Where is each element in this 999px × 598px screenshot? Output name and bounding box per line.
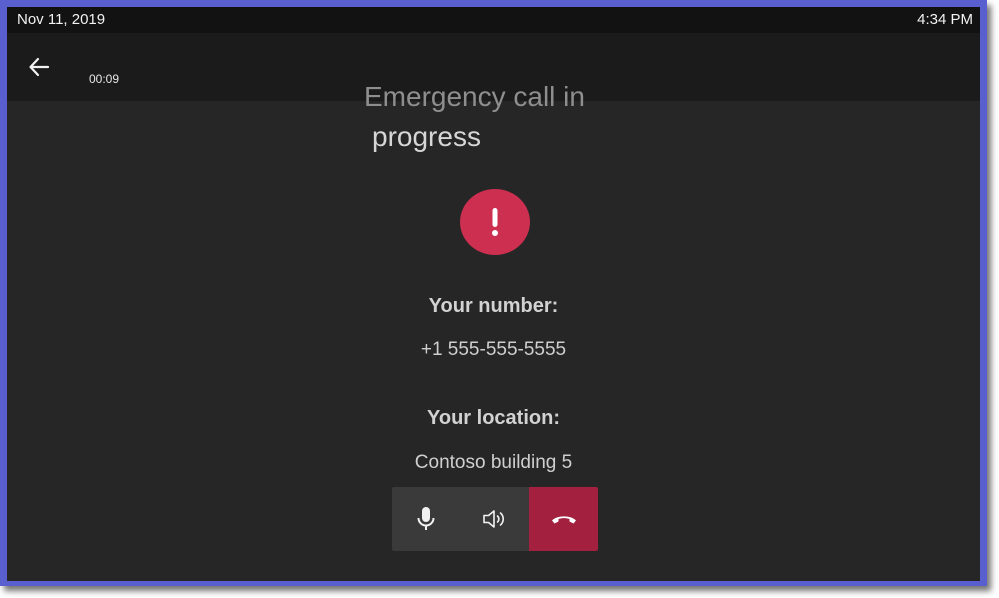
page-title: Emergency call in progress <box>364 77 684 157</box>
call-screen: Nov 11, 2019 4:34 PM 00:09 Emergency cal… <box>7 7 980 581</box>
page-title-line1: Emergency call in <box>364 81 585 112</box>
speaker-button[interactable] <box>460 487 529 551</box>
hang-up-icon <box>551 516 576 524</box>
exclamation-icon <box>460 189 530 255</box>
number-value: +1 555-555-5555 <box>420 339 567 360</box>
speaker-icon <box>482 510 504 528</box>
call-timer: 00:09 <box>89 72 120 86</box>
end-call-button[interactable] <box>529 487 598 551</box>
microphone-icon <box>417 507 435 530</box>
arrow-left-icon <box>29 57 50 77</box>
status-bar: Nov 11, 2019 4:34 PM <box>7 7 980 33</box>
location-label: Your location: <box>427 407 560 429</box>
status-time: 4:34 PM <box>917 11 973 28</box>
page-title-line2: progress <box>372 121 481 152</box>
call-controls <box>392 487 598 551</box>
back-button[interactable] <box>23 51 55 83</box>
number-label: Your number: <box>428 295 559 317</box>
mute-button[interactable] <box>392 487 460 551</box>
status-date: Nov 11, 2019 <box>17 11 106 28</box>
device-frame: Nov 11, 2019 4:34 PM 00:09 Emergency cal… <box>0 0 987 586</box>
location-value: Contoso building 5 <box>414 452 573 473</box>
